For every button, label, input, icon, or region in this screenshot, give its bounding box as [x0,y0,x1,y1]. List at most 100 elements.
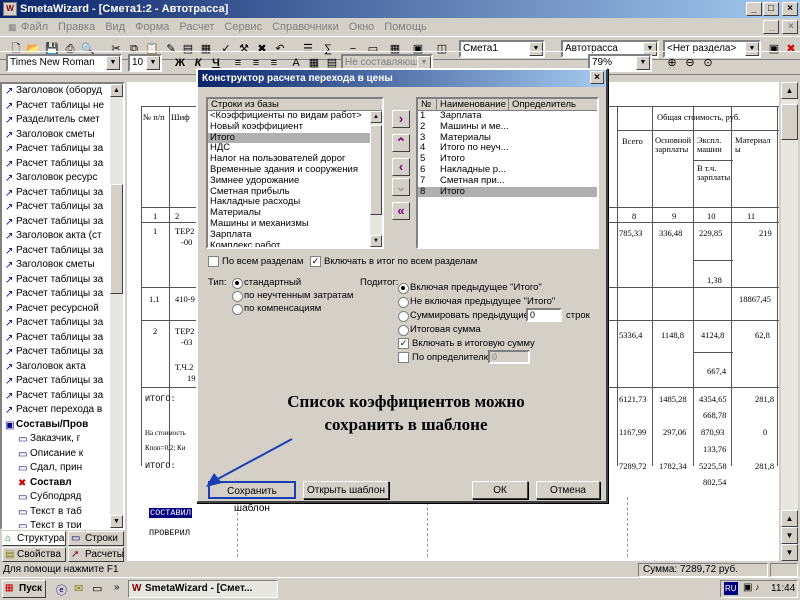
more-icon[interactable]: » [114,582,120,593]
scroll-page-up-button[interactable]: ▲ [781,510,798,527]
zoom-fit-icon[interactable]: ⊙ [700,55,716,71]
start-button[interactable]: ⊞ Пуск [2,580,46,598]
include-total-checkbox[interactable]: ✓ Включать в итог по всем разделам [310,256,477,267]
menu-help[interactable]: Помощь [379,21,432,33]
font-combo[interactable]: Times New Roman ▼ [6,54,122,72]
volume-icon[interactable]: ♪ [755,582,760,592]
tree-item[interactable]: ↗ Заголовок (оборуд [2,84,123,99]
menu-calculation[interactable]: Расчет [174,21,219,33]
tree-item[interactable]: ↗ Расчет таблицы за [2,374,123,389]
tree-item[interactable]: ↗ Заголовок акта [2,360,123,375]
tray-icon[interactable]: ▣ [743,582,752,593]
tree-item[interactable]: ↗ Расчет таблицы за [2,200,123,215]
document-scrollbar[interactable]: ▲ ▲ ▼ ▼ [781,82,798,561]
tree-scrollbar[interactable]: ▲ ▼ [110,84,123,528]
base-rows-list[interactable]: Строки из базы <Коэффициенты по видам ра… [206,97,384,249]
tree-item[interactable]: ↗ Расчет таблицы за [2,215,123,230]
remove-all-button[interactable]: « [392,202,410,220]
tab-structure[interactable]: ⌂ Структура [2,531,66,546]
menu-service[interactable]: Сервис [219,21,267,33]
base-row-item[interactable]: Зимнее удорожание [208,175,382,187]
type-standard-radio[interactable]: стандартный [232,277,301,289]
move-down-button[interactable]: ⌄ [392,178,410,196]
scroll-down-button[interactable]: ▼ [781,544,798,561]
formula-row-item[interactable]: 8 Итого [418,186,597,198]
tree-item[interactable]: ↗ Расчет таблицы за [2,287,123,302]
open-template-button[interactable]: Открыть шаблон [303,481,389,499]
tree-scroll-down[interactable]: ▼ [110,515,123,528]
tree-item[interactable]: ↗ Расчет ресурсной [2,302,123,317]
scroll-up-button[interactable]: ▲ [781,82,798,99]
add-row-button[interactable]: › [392,110,410,128]
tree-scroll-up[interactable]: ▲ [110,84,123,97]
type-compensation-radio[interactable]: по компенсациям [232,303,321,315]
move-up-button[interactable]: ⌃ [392,134,410,152]
tree-item[interactable]: ↗ Расчет таблицы за [2,331,123,346]
cancel-button[interactable]: Отмена [536,481,600,499]
tree-item[interactable]: ▭ Заказчик, г [2,432,123,447]
base-row-item[interactable]: Комплекс работ [208,240,382,247]
doc-close-button[interactable]: × [782,20,798,34]
close-button[interactable]: × [782,2,798,16]
scroll-thumb[interactable] [781,104,798,140]
formula-row-item[interactable]: 7 Сметная при... [418,175,597,187]
ie-icon[interactable]: ⓔ [56,582,67,598]
base-rows-scrollbar[interactable]: ▲ ▼ [370,111,382,247]
tree-item[interactable]: ↗ Разделитель смет [2,113,123,128]
tree-item[interactable]: ▭ Сдал, прин [2,461,123,476]
sum-prev-input[interactable]: 0 [526,308,562,322]
type-unaccounted-radio[interactable]: по неучтенным затратам [232,290,353,302]
zoom-in-icon[interactable]: ⊕ [664,55,680,71]
tree-item[interactable]: ▣ Составы/Пров [2,418,123,433]
formula-row-item[interactable]: 2 Машины и ме... [418,121,597,133]
zoom-out-icon[interactable]: ⊖ [682,55,698,71]
base-row-item[interactable]: Итого [208,132,382,144]
tree-item[interactable]: ↗ Расчет таблицы за [2,186,123,201]
desktop-icon[interactable]: ▭ [92,582,102,595]
tab-rows[interactable]: ▭ Строки [68,531,124,546]
tree-item[interactable]: ↗ Заголовок ресурс [2,171,123,186]
tree-scroll-thumb[interactable] [110,184,123,294]
tree-item[interactable]: ▭ Описание к [2,447,123,462]
base-row-item[interactable]: Новый коэффициент [208,121,382,133]
determinant-input[interactable]: 0 [488,350,530,364]
remove-row-button[interactable]: ‹ [392,158,410,176]
task-smetawizard[interactable]: W SmetaWizard - [Смет... [128,580,278,598]
menu-file[interactable]: Файл [16,21,53,33]
tree-item[interactable]: ▭ Текст в таб [2,505,123,520]
menu-references[interactable]: Справочники [267,21,344,33]
outlook-icon[interactable]: ✉ [74,582,83,595]
sub-include-prev-radio[interactable]: Включая предыдущее "Итого" [398,282,542,294]
list-scroll-thumb[interactable] [370,125,382,215]
language-indicator[interactable]: RU [724,582,738,595]
include-in-total-checkbox[interactable]: ✓ Включать в итоговую сумму [398,338,535,349]
tree-item[interactable]: ✖ Составл [2,476,123,491]
by-determinant-checkbox[interactable]: По определителю [398,352,491,363]
dialog-close-button[interactable]: × [590,71,604,84]
ok-button[interactable]: ОК [472,481,528,499]
bold-button[interactable]: Ж [172,55,188,71]
maximize-button[interactable]: □ [763,2,779,16]
menu-edit[interactable]: Правка [53,21,100,33]
tree-item[interactable]: ↗ Расчет таблицы за [2,345,123,360]
scroll-page-down-button[interactable]: ▼ [781,527,798,544]
tree-item[interactable]: ↗ Заголовок сметы [2,128,123,143]
tree-item[interactable]: ↗ Расчет таблицы за [2,244,123,259]
all-sections-checkbox[interactable]: По всем разделам [208,256,303,267]
tree-item[interactable]: ▭ Субподряд [2,490,123,505]
tree-item[interactable]: ↗ Расчет таблицы за [2,389,123,404]
font-size-combo[interactable]: 10 ▼ [128,54,162,72]
list-scroll-up[interactable]: ▲ [370,111,382,123]
doc-minimize-button[interactable]: _ [763,20,779,34]
menu-window[interactable]: Окно [344,21,380,33]
sub-final-sum-radio[interactable]: Итоговая сумма [398,324,481,336]
tab-properties[interactable]: ▤ Свойства [2,547,66,562]
sub-exclude-prev-radio[interactable]: Не включая предыдущее "Итого" [398,296,555,308]
tab-calculations[interactable]: ➚ Расчеты [68,547,124,562]
sub-sum-prev-radio[interactable]: Суммировать предыдущие [398,310,529,322]
tree-item[interactable]: ▭ Текст в три [2,519,123,528]
base-row-item[interactable]: Зарплата [208,229,382,241]
tree-item[interactable]: ↗ Расчет перехода в [2,403,123,418]
tree-item[interactable]: ↗ Расчет таблицы за [2,273,123,288]
list-scroll-down[interactable]: ▼ [370,235,382,247]
